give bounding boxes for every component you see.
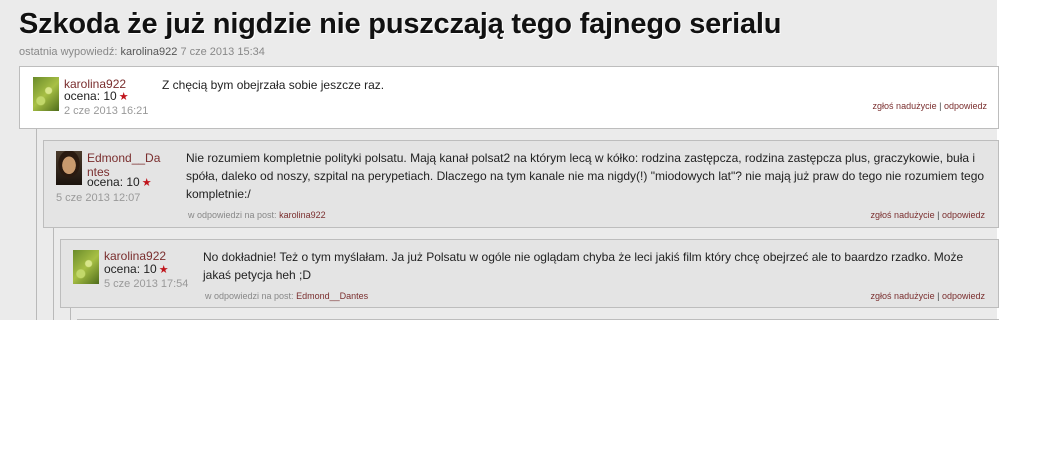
reply-ref-label: w odpowiedzi na post:: [188, 210, 277, 220]
thread-title: Szkoda że już nigdzie nie puszczają tego…: [19, 8, 782, 40]
avatar[interactable]: [73, 250, 99, 284]
actions-separator: |: [939, 101, 942, 111]
thread-line: [53, 222, 54, 320]
post-actions: zgłoś nadużycie | odpowiedz: [871, 210, 985, 220]
reply-ref-link[interactable]: Edmond__Dantes: [296, 291, 368, 301]
post-date: 5 cze 2013 17:54: [104, 278, 189, 290]
actions-separator: |: [937, 210, 940, 220]
comment-post: karolina922 ocena: 10 ★ 5 cze 2013 17:54 …: [60, 239, 999, 308]
report-abuse-link[interactable]: zgłoś nadużycie: [871, 291, 935, 301]
star-icon: ★: [118, 91, 129, 103]
reply-reference: w odpowiedzi na post: Edmond__Dantes: [205, 291, 368, 301]
post-text: Nie rozumiem kompletnie polityki polsatu…: [186, 151, 985, 201]
author-link[interactable]: karolina922: [104, 249, 166, 263]
comment-post-partial: [77, 319, 999, 320]
thread-line: [70, 308, 71, 320]
report-abuse-link[interactable]: zgłoś nadużycie: [873, 101, 937, 111]
thread-line: [36, 129, 37, 320]
forum-area: Szkoda że już nigdzie nie puszczają tego…: [0, 0, 1039, 320]
reply-ref-label: w odpowiedzi na post:: [205, 291, 294, 301]
user-rating: ocena: 10 ★: [87, 175, 152, 189]
page-margin: [997, 0, 1039, 320]
post-actions: zgłoś nadużycie | odpowiedz: [873, 101, 987, 111]
post-date: 2 cze 2013 16:21: [64, 105, 149, 117]
rating-label: ocena: 10: [104, 262, 157, 276]
star-icon: ★: [141, 177, 152, 189]
star-icon: ★: [158, 264, 169, 276]
post-date: 5 cze 2013 12:07: [56, 192, 141, 204]
comment-post: Edmond__Da ntes ocena: 10 ★ 5 cze 2013 12…: [43, 140, 999, 228]
avatar[interactable]: [56, 151, 82, 185]
post-text: No dokładnie! Też o tym myślałam. Ja już…: [203, 250, 964, 282]
avatar[interactable]: [33, 77, 59, 111]
comment-post: karolina922 ocena: 10 ★ 2 cze 2013 16:21 …: [19, 66, 999, 129]
meta-user-link[interactable]: karolina922: [121, 46, 178, 58]
reply-ref-link[interactable]: karolina922: [279, 210, 326, 220]
rating-label: ocena: 10: [64, 89, 117, 103]
post-actions: zgłoś nadużycie | odpowiedz: [871, 291, 985, 301]
meta-label: ostatnia wypowiedź:: [19, 46, 118, 58]
reply-link[interactable]: odpowiedz: [942, 291, 985, 301]
meta-date: 7 cze 2013 15:34: [180, 46, 265, 58]
rating-label: ocena: 10: [87, 175, 140, 189]
report-abuse-link[interactable]: zgłoś nadużycie: [871, 210, 935, 220]
reply-link[interactable]: odpowiedz: [944, 101, 987, 111]
reply-link[interactable]: odpowiedz: [942, 210, 985, 220]
thread-meta: ostatnia wypowiedź: karolina922 7 cze 20…: [19, 46, 265, 58]
post-text: Z chęcią bym obejrzała sobie jeszcze raz…: [162, 78, 385, 92]
reply-reference: w odpowiedzi na post: karolina922: [188, 210, 326, 220]
user-rating: ocena: 10 ★: [64, 89, 129, 103]
user-rating: ocena: 10 ★: [104, 262, 169, 276]
actions-separator: |: [937, 291, 940, 301]
author-name-line: Edmond__Da: [87, 151, 161, 165]
